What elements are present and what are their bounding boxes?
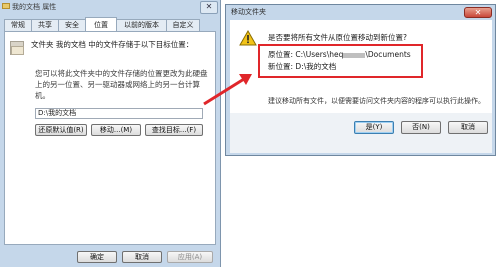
red-arrow-annotation bbox=[203, 74, 252, 106]
